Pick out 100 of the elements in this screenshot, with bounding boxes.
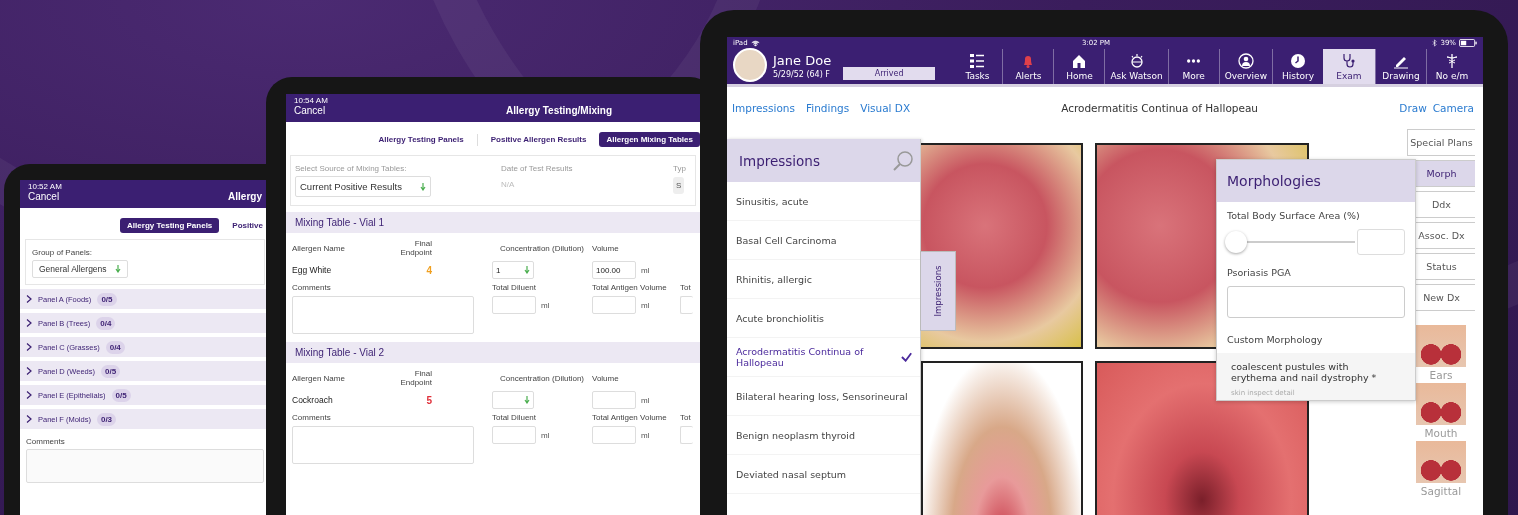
comments-field[interactable] bbox=[292, 426, 474, 464]
segment-tab[interactable]: Positive Allergen Results bbox=[483, 132, 594, 147]
column-header: Final Endpoint bbox=[399, 239, 432, 257]
status-time: 10:52 AM bbox=[28, 182, 62, 191]
exam-title: Acrodermatitis Continua of Hallopeau bbox=[1061, 102, 1260, 114]
column-header: Volume bbox=[592, 243, 620, 253]
unit-label: ml bbox=[541, 300, 550, 310]
list-item[interactable]: Benign neoplasm thyroid bbox=[727, 416, 920, 455]
down-arrow-icon bbox=[420, 182, 426, 191]
link[interactable]: Findings bbox=[805, 102, 850, 114]
segment-tab[interactable]: Allergy Testing Panels bbox=[371, 132, 471, 147]
endpoint-value: 4 bbox=[426, 264, 432, 276]
nav-tab[interactable]: Exam bbox=[1323, 49, 1375, 84]
battery-icon bbox=[1459, 39, 1477, 47]
anatomy-thumbnail[interactable] bbox=[1416, 383, 1466, 425]
entry-text: coalescent pustules with erythema and nail dystrophy * bbox=[1231, 361, 1378, 383]
screen-title: Allergy bbox=[228, 191, 262, 202]
unit-label: ml bbox=[541, 430, 550, 440]
input-field[interactable] bbox=[1357, 229, 1405, 255]
field-label: Total Body Surface Area (%) bbox=[1227, 210, 1361, 221]
dropdown[interactable]: 1 bbox=[492, 261, 534, 279]
field-label: Comments bbox=[292, 413, 332, 422]
home-icon bbox=[1071, 53, 1088, 69]
input-field[interactable] bbox=[1227, 286, 1405, 318]
list-item[interactable]: Basal Cell Carcinoma bbox=[727, 221, 920, 260]
globe-icon bbox=[1128, 53, 1145, 69]
clock-icon bbox=[1290, 53, 1306, 69]
nav-tab[interactable]: Home bbox=[1053, 49, 1105, 84]
link[interactable]: Camera bbox=[1432, 102, 1474, 114]
field-label: Comments bbox=[25, 436, 66, 448]
input-field[interactable] bbox=[592, 296, 636, 314]
chevron-right-icon bbox=[26, 319, 32, 327]
column-header: Concentration (Dilution) bbox=[498, 373, 585, 383]
slider-thumb[interactable] bbox=[1225, 231, 1247, 253]
input-field[interactable]: 100.00 bbox=[592, 261, 636, 279]
endpoint-value: 5 bbox=[426, 394, 432, 406]
segment-tab[interactable]: Allergen Mixing Tables bbox=[599, 132, 700, 147]
side-button[interactable]: Special Plans bbox=[1407, 129, 1475, 156]
patient-name: Jane Doe bbox=[773, 53, 832, 68]
list-item[interactable]: Sinusitis, acute bbox=[727, 182, 920, 221]
nav-tab[interactable]: No e/m bbox=[1426, 49, 1477, 84]
comments-field[interactable] bbox=[26, 449, 264, 483]
chevron-right-icon bbox=[26, 295, 32, 303]
input-field[interactable] bbox=[592, 391, 636, 409]
person-icon bbox=[1237, 53, 1254, 69]
link[interactable]: Visual DX bbox=[860, 102, 911, 114]
avatar bbox=[733, 48, 767, 82]
link[interactable]: Draw bbox=[1399, 102, 1427, 114]
list-item[interactable]: Deviated nasal septum bbox=[727, 455, 920, 494]
dropdown[interactable] bbox=[492, 391, 534, 409]
type-button[interactable]: S bbox=[673, 177, 685, 194]
nav-tab[interactable]: Overview bbox=[1218, 49, 1272, 84]
anatomy-illustration[interactable] bbox=[921, 143, 1083, 349]
wifi-icon bbox=[750, 39, 760, 47]
tasks-icon bbox=[969, 53, 986, 69]
field-label: Psoriasis PGA bbox=[1227, 267, 1292, 278]
unit-label: ml bbox=[641, 300, 650, 310]
nav-tab[interactable]: Alerts bbox=[1002, 49, 1054, 84]
field-label: Custom Morphology bbox=[1227, 334, 1324, 345]
anatomy-thumbnail[interactable] bbox=[1416, 441, 1466, 483]
chevron-right-icon bbox=[26, 367, 32, 375]
anatomy-illustration[interactable] bbox=[921, 361, 1083, 515]
dropdown[interactable]: Current Positive Results bbox=[295, 176, 431, 197]
dots-icon bbox=[1187, 59, 1201, 63]
segment-tab[interactable]: Allergy Testing Panels bbox=[120, 218, 220, 233]
nav-tab[interactable]: Tasks bbox=[952, 49, 1003, 84]
side-tab[interactable]: Impressions bbox=[920, 251, 956, 331]
list-item[interactable]: Bilateral hearing loss, Sensorineural bbox=[727, 377, 920, 416]
input-field[interactable] bbox=[492, 426, 536, 444]
allergen-name: Cockroach bbox=[292, 395, 334, 405]
comments-field[interactable] bbox=[292, 296, 474, 334]
count-badge: 0/5 bbox=[97, 292, 117, 306]
input-field[interactable] bbox=[492, 296, 536, 314]
field-label: Group of Panels: bbox=[32, 248, 94, 257]
input-field[interactable] bbox=[680, 426, 693, 444]
segment-tab[interactable]: Positive bbox=[225, 218, 270, 233]
column-header: Final Endpoint bbox=[399, 369, 432, 387]
nav-tab[interactable]: Ask Watson bbox=[1104, 49, 1168, 84]
dropdown[interactable]: General Allergens bbox=[32, 260, 128, 278]
column-header: Volume bbox=[592, 373, 620, 383]
list-item[interactable]: Acrodermatitis Continua of Hallopeau bbox=[727, 338, 920, 377]
down-arrow-icon bbox=[114, 265, 121, 273]
field-label: Tot bbox=[680, 413, 692, 422]
anatomy-thumbnail[interactable] bbox=[1416, 325, 1466, 367]
chevron-right-icon bbox=[26, 391, 32, 399]
thumbnail-label: Sagittal bbox=[1420, 485, 1462, 497]
checkmark-icon bbox=[900, 352, 912, 362]
nav-tab[interactable]: Drawing bbox=[1375, 49, 1426, 84]
link[interactable]: Impressions bbox=[732, 102, 795, 114]
field-label: Tot bbox=[680, 283, 692, 292]
column-header: Allergen Name bbox=[292, 243, 346, 253]
input-field[interactable] bbox=[680, 296, 693, 314]
search-icon[interactable] bbox=[892, 149, 914, 172]
nav-tab[interactable]: More bbox=[1167, 49, 1219, 84]
count-badge: 0/4 bbox=[96, 316, 116, 330]
cancel-button[interactable]: Cancel bbox=[28, 191, 60, 202]
field-label: Total Diluent bbox=[492, 283, 538, 292]
input-field[interactable] bbox=[592, 426, 636, 444]
cancel-button[interactable]: Cancel bbox=[294, 105, 326, 116]
screen-title: Allergy Testing/Mixing bbox=[506, 105, 612, 116]
